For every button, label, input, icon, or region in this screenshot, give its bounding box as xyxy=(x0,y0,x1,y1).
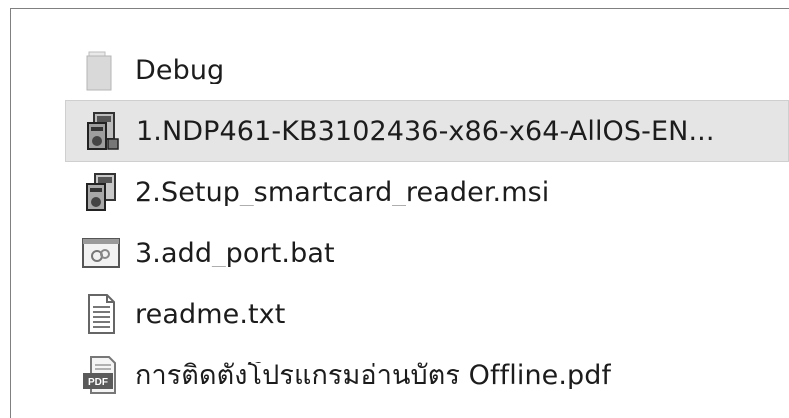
file-row-readme-txt[interactable]: readme.txt xyxy=(65,283,789,345)
file-row-add-port-bat[interactable]: 3.add_port.bat xyxy=(65,222,789,284)
file-row-manual-pdf[interactable]: PDF การติดตั้งโปรแกรมอ่านบัตร Offline.pd… xyxy=(65,344,789,406)
pdf-file-icon: PDF xyxy=(81,353,121,397)
svg-text:PDF: PDF xyxy=(88,377,108,388)
folder-icon xyxy=(81,48,121,92)
file-row-ndp461-installer[interactable]: 1.NDP461-KB3102436-x86-x64-AllOS-EN... xyxy=(65,100,789,162)
file-name: 2.Setup_smartcard_reader.msi xyxy=(135,178,550,206)
installer-msi-icon xyxy=(81,170,121,214)
file-list: Debug 1.NDP461-KB3102436-x86-x64-AllOS-E… xyxy=(11,9,789,418)
file-explorer-window: Debug 1.NDP461-KB3102436-x86-x64-AllOS-E… xyxy=(0,0,789,418)
file-row-debug[interactable]: Debug xyxy=(65,39,789,101)
batch-file-icon xyxy=(81,231,121,275)
file-row-setup-smartcard-msi[interactable]: 2.Setup_smartcard_reader.msi xyxy=(65,161,789,223)
file-name: readme.txt xyxy=(135,300,286,328)
installer-exe-icon xyxy=(82,109,122,153)
file-name: 1.NDP461-KB3102436-x86-x64-AllOS-EN... xyxy=(136,117,715,145)
file-name: การติดตั้งโปรแกรมอ่านบัตร Offline.pdf xyxy=(135,361,612,389)
text-file-icon xyxy=(81,292,121,336)
file-name: Debug xyxy=(135,56,225,84)
file-name: 3.add_port.bat xyxy=(135,239,335,267)
